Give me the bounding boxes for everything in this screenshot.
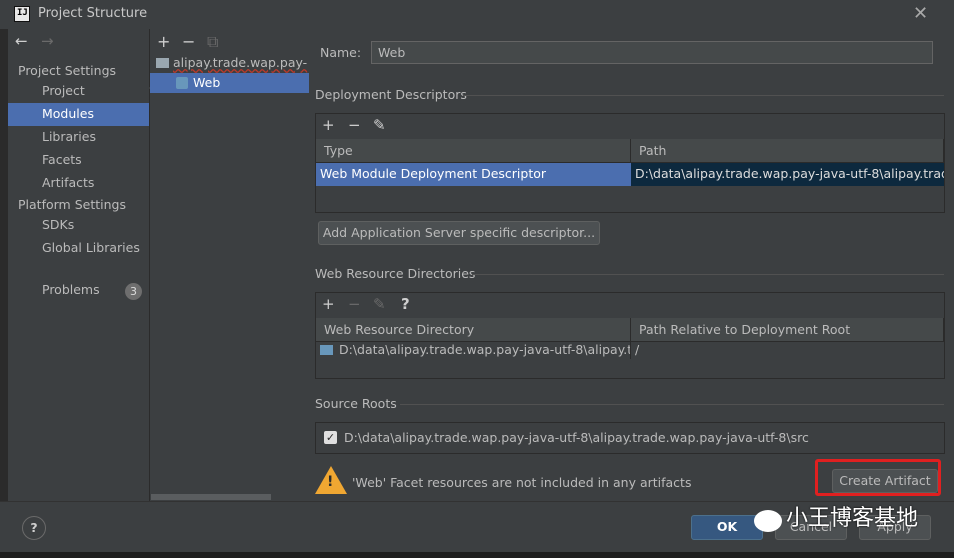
section-divider (472, 274, 944, 275)
source-root-path: D:\data\alipay.trade.wap.pay-java-utf-8\… (344, 430, 809, 445)
edit-descriptor-icon[interactable]: ✎ (373, 116, 386, 134)
copy-icon[interactable]: ⧉ (207, 32, 218, 52)
web-facet-icon (176, 77, 188, 89)
deployment-descriptors-title: Deployment Descriptors (315, 87, 467, 102)
remove-descriptor-icon[interactable]: − (348, 116, 361, 134)
forward-arrow-icon[interactable]: → (41, 32, 54, 50)
descriptor-type-cell[interactable]: Web Module Deployment Descriptor (316, 163, 631, 186)
section-divider (400, 404, 944, 405)
descriptor-path-cell[interactable]: D:\data\alipay.trade.wap.pay-java-utf-8\… (631, 163, 944, 186)
sidebar-item-sdks[interactable]: SDKs (8, 214, 149, 237)
highlight-box (815, 459, 941, 496)
sidebar-item-artifacts[interactable]: Artifacts (8, 172, 149, 195)
warning-text: 'Web' Facet resources are not included i… (352, 475, 692, 490)
name-input[interactable]: Web (371, 41, 933, 64)
tree-horizontal-scrollbar[interactable] (151, 494, 271, 500)
source-roots-title: Source Roots (315, 396, 397, 411)
help-icon[interactable]: ? (401, 295, 410, 313)
window-bottom-edge (0, 552, 954, 558)
warning-exclamation: ! (327, 474, 334, 490)
problems-count-badge: 3 (125, 283, 142, 300)
edit-resource-icon[interactable]: ✎ (373, 295, 386, 313)
add-descriptor-icon[interactable]: + (322, 116, 335, 134)
section-platform-settings: Platform Settings (18, 197, 126, 212)
intellij-app-icon: IJ (14, 6, 30, 22)
add-icon[interactable]: + (157, 32, 170, 51)
window-title: Project Structure (38, 6, 148, 21)
remove-resource-icon[interactable]: − (348, 295, 361, 313)
wechat-logo-icon (754, 510, 782, 532)
close-icon[interactable]: ✕ (913, 3, 928, 24)
section-project-settings: Project Settings (18, 63, 117, 78)
sidebar-item-global-libraries[interactable]: Global Libraries (8, 237, 149, 260)
add-resource-icon[interactable]: + (322, 295, 335, 313)
source-root-checkbox[interactable]: ✓ (324, 431, 337, 444)
column-header-type[interactable]: Type (316, 139, 631, 163)
tree-node-module[interactable]: alipay.trade.wap.pay-ja (150, 53, 309, 89)
ok-button[interactable]: OK (691, 515, 763, 540)
column-header-web-resource-directory[interactable]: Web Resource Directory (316, 318, 631, 342)
tree-node-web-facet[interactable]: Web (150, 73, 309, 93)
folder-icon (156, 58, 169, 68)
resource-dir-path: D:\data\alipay.trade.wap.pay-java-utf-8\… (339, 342, 631, 357)
add-server-descriptor-button[interactable]: Add Application Server specific descript… (318, 221, 600, 245)
section-divider (463, 95, 944, 96)
name-label: Name: (320, 45, 362, 60)
help-button[interactable]: ? (22, 516, 46, 540)
back-arrow-icon[interactable]: ← (15, 32, 28, 50)
sidebar-item-modules[interactable]: Modules (8, 103, 149, 126)
sidebar-item-facets[interactable]: Facets (8, 149, 149, 172)
web-facet-label: Web (193, 75, 221, 90)
resource-rel-path-cell[interactable]: / (631, 341, 944, 359)
resource-dir-cell[interactable]: D:\data\alipay.trade.wap.pay-java-utf-8\… (316, 341, 631, 359)
column-header-path[interactable]: Path (631, 139, 944, 163)
module-tree-panel (149, 29, 310, 501)
remove-icon[interactable]: − (182, 32, 195, 51)
web-resource-directories-title: Web Resource Directories (315, 266, 476, 281)
folder-icon (320, 345, 333, 355)
sidebar-item-project[interactable]: Project (8, 80, 149, 103)
sidebar-item-libraries[interactable]: Libraries (8, 126, 149, 149)
watermark-text: 小王博客基地 (786, 506, 919, 531)
column-header-relative-path[interactable]: Path Relative to Deployment Root (631, 318, 944, 342)
